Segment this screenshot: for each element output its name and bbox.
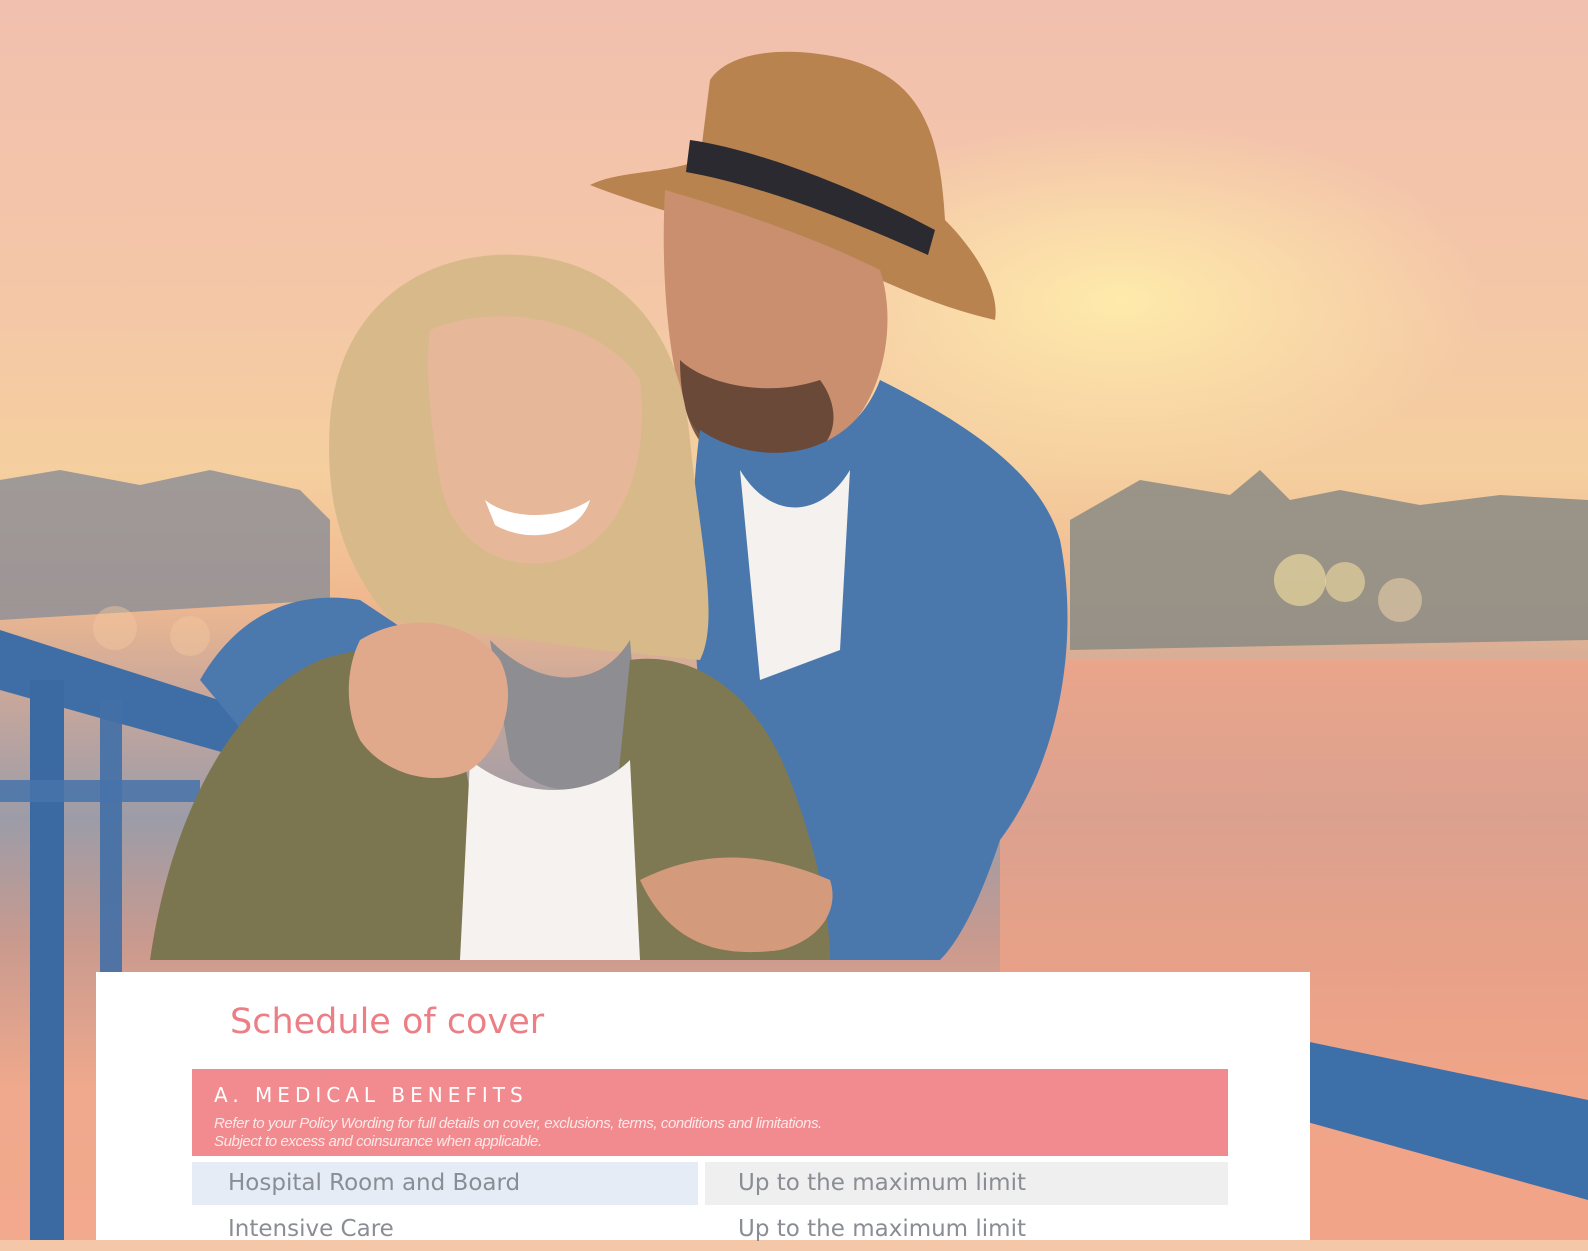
bokeh-light xyxy=(1325,562,1365,602)
schedule-card: Schedule of cover A. MEDICAL BENEFITS Re… xyxy=(96,972,1310,1242)
city-left-silhouette xyxy=(0,470,330,620)
bokeh-light xyxy=(170,616,210,656)
section-note: Refer to your Policy Wording for full de… xyxy=(214,1115,822,1151)
bokeh-light xyxy=(1378,578,1422,622)
bokeh-light xyxy=(93,606,137,650)
benefit-name: Hospital Room and Board xyxy=(192,1162,698,1205)
benefit-row: Intensive Care Up to the maximum limit xyxy=(192,1208,1228,1251)
railing-post xyxy=(30,680,64,1240)
section-header-medical-benefits: A. MEDICAL BENEFITS Refer to your Policy… xyxy=(192,1069,1228,1156)
woman-necklace xyxy=(490,640,640,790)
benefit-name: Intensive Care xyxy=(228,1216,394,1242)
benefit-row: Hospital Room and Board Up to the maximu… xyxy=(192,1162,1228,1205)
section-title: A. MEDICAL BENEFITS xyxy=(214,1083,528,1107)
city-right-silhouette xyxy=(1070,470,1588,650)
page-title: Schedule of cover xyxy=(230,1002,545,1042)
bokeh-light xyxy=(1274,554,1326,606)
section-note-line: Refer to your Policy Wording for full de… xyxy=(214,1115,822,1132)
benefit-limit: Up to the maximum limit xyxy=(705,1162,1228,1205)
woman-white-top xyxy=(460,760,640,960)
benefit-limit: Up to the maximum limit xyxy=(738,1216,1026,1242)
railing-bar xyxy=(0,780,200,802)
section-note-line: Subject to excess and coinsurance when a… xyxy=(214,1133,542,1150)
